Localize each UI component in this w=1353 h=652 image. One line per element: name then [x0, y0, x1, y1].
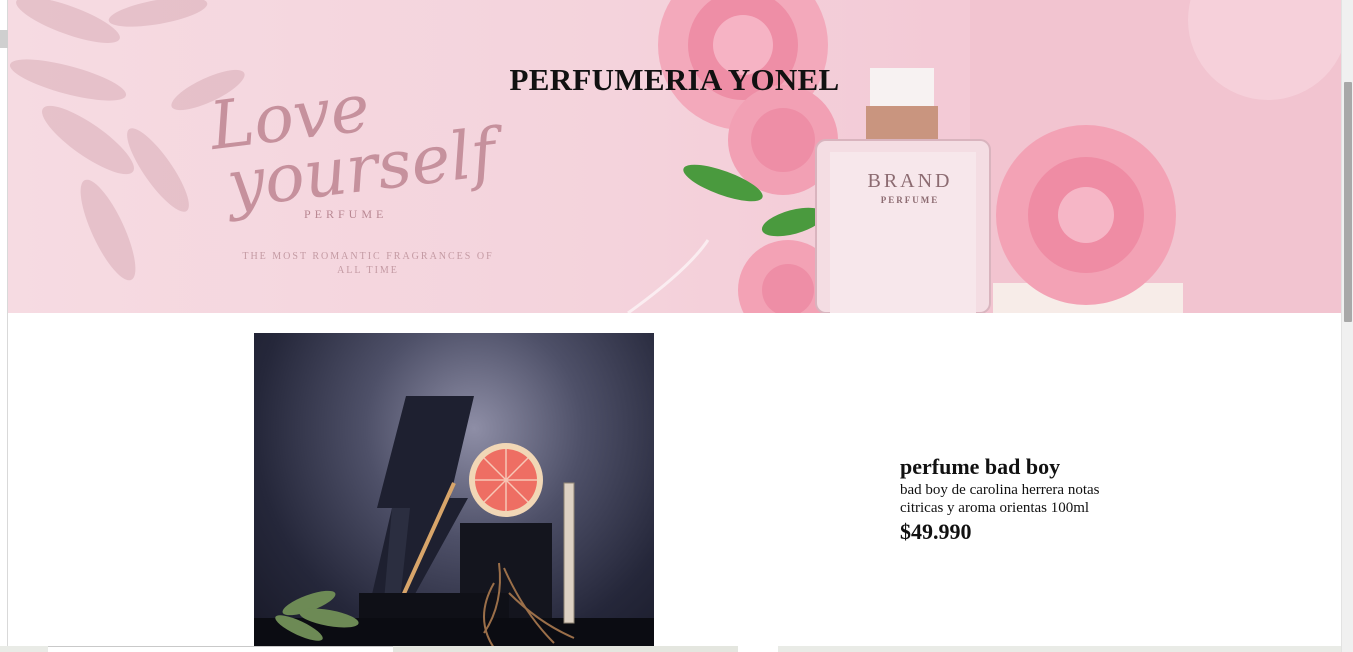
product-name[interactable]: perfume bad boy	[900, 453, 1160, 481]
banner-tagline: THE MOST ROMANTIC FRAGRANCES OF ALL TIME	[242, 251, 494, 276]
bottle-sub-label: PERFUME	[880, 195, 940, 205]
edge-marker	[0, 30, 8, 48]
product-info: perfume bad boy bad boy de carolina herr…	[900, 453, 1160, 546]
hero-banner: Love yourself PERFUME THE MOST ROMANTIC …	[8, 0, 1341, 313]
banner-illustration	[9, 0, 1341, 313]
banner-perfume-label: PERFUME	[304, 207, 388, 221]
bottom-strip	[0, 646, 1341, 652]
page-title: PERFUMERIA YONEL	[509, 62, 840, 97]
product-description: bad boy de carolina herrera notas citric…	[900, 482, 1100, 516]
bottle-brand-label: BRAND	[867, 170, 953, 192]
scrollbar-thumb[interactable]	[1344, 82, 1352, 322]
vertical-scrollbar[interactable]	[1341, 0, 1353, 652]
product-image[interactable]	[254, 333, 654, 652]
window-left-edge	[0, 0, 8, 652]
product-price: $49.990	[900, 519, 972, 544]
bad-boy-bottle-icon	[254, 396, 654, 652]
